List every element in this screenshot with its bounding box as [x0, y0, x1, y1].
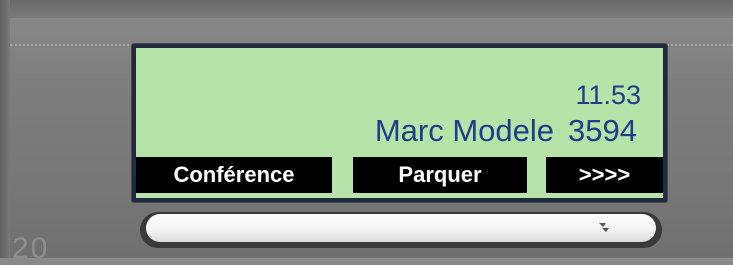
navigation-button[interactable]	[146, 214, 656, 242]
phone-left-edge	[0, 0, 10, 258]
softkey-conference[interactable]: Conférence	[136, 157, 332, 193]
clock-time: 11.53	[575, 80, 641, 110]
caller-info: Marc Modele 3594	[375, 115, 637, 146]
softkey-more[interactable]: >>>>	[546, 157, 663, 193]
softkey-park[interactable]: Parquer	[353, 157, 527, 193]
lcd-display: 11.53 Marc Modele 3594 Conférence Parque…	[136, 48, 663, 198]
chevron-down-icon	[596, 219, 612, 235]
phone-bezel-top	[0, 0, 733, 18]
caller-extension: 3594	[568, 113, 637, 148]
corner-digits: 20	[12, 232, 50, 265]
caller-name: Marc Modele	[374, 113, 555, 148]
